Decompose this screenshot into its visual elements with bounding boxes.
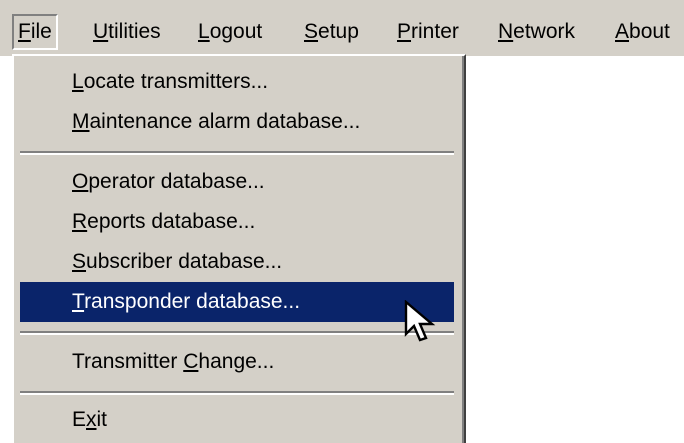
menu-network[interactable]: Network xyxy=(494,14,579,50)
menu-printer[interactable]: Printer xyxy=(393,14,463,50)
menu-item-operator-database[interactable]: Operator database... xyxy=(20,162,454,202)
menu-file[interactable]: File xyxy=(12,14,58,50)
menu-setup[interactable]: Setup xyxy=(300,14,363,50)
menu-about[interactable]: About xyxy=(611,14,674,50)
file-dropdown-menu: Locate transmitters... Maintenance alarm… xyxy=(12,54,466,443)
menu-bar: File Utilities Logout Setup Printer Netw… xyxy=(0,0,684,56)
menu-item-maintenance-alarm-database[interactable]: Maintenance alarm database... xyxy=(20,102,454,142)
menu-utilities[interactable]: Utilities xyxy=(89,14,165,50)
menu-item-locate-transmitters[interactable]: Locate transmitters... xyxy=(20,62,454,102)
menu-item-transponder-database[interactable]: Transponder database... xyxy=(20,282,454,322)
menu-item-subscriber-database[interactable]: Subscriber database... xyxy=(20,242,454,282)
menu-item-transmitter-change[interactable]: Transmitter Change... xyxy=(20,342,454,382)
menu-separator xyxy=(20,331,454,335)
menu-logout[interactable]: Logout xyxy=(194,14,266,50)
arrow-pointer-icon xyxy=(404,300,436,342)
menu-separator xyxy=(20,391,454,395)
menu-item-exit[interactable]: Exit xyxy=(20,400,454,440)
menu-separator xyxy=(20,151,454,155)
menu-item-reports-database[interactable]: Reports database... xyxy=(20,202,454,242)
